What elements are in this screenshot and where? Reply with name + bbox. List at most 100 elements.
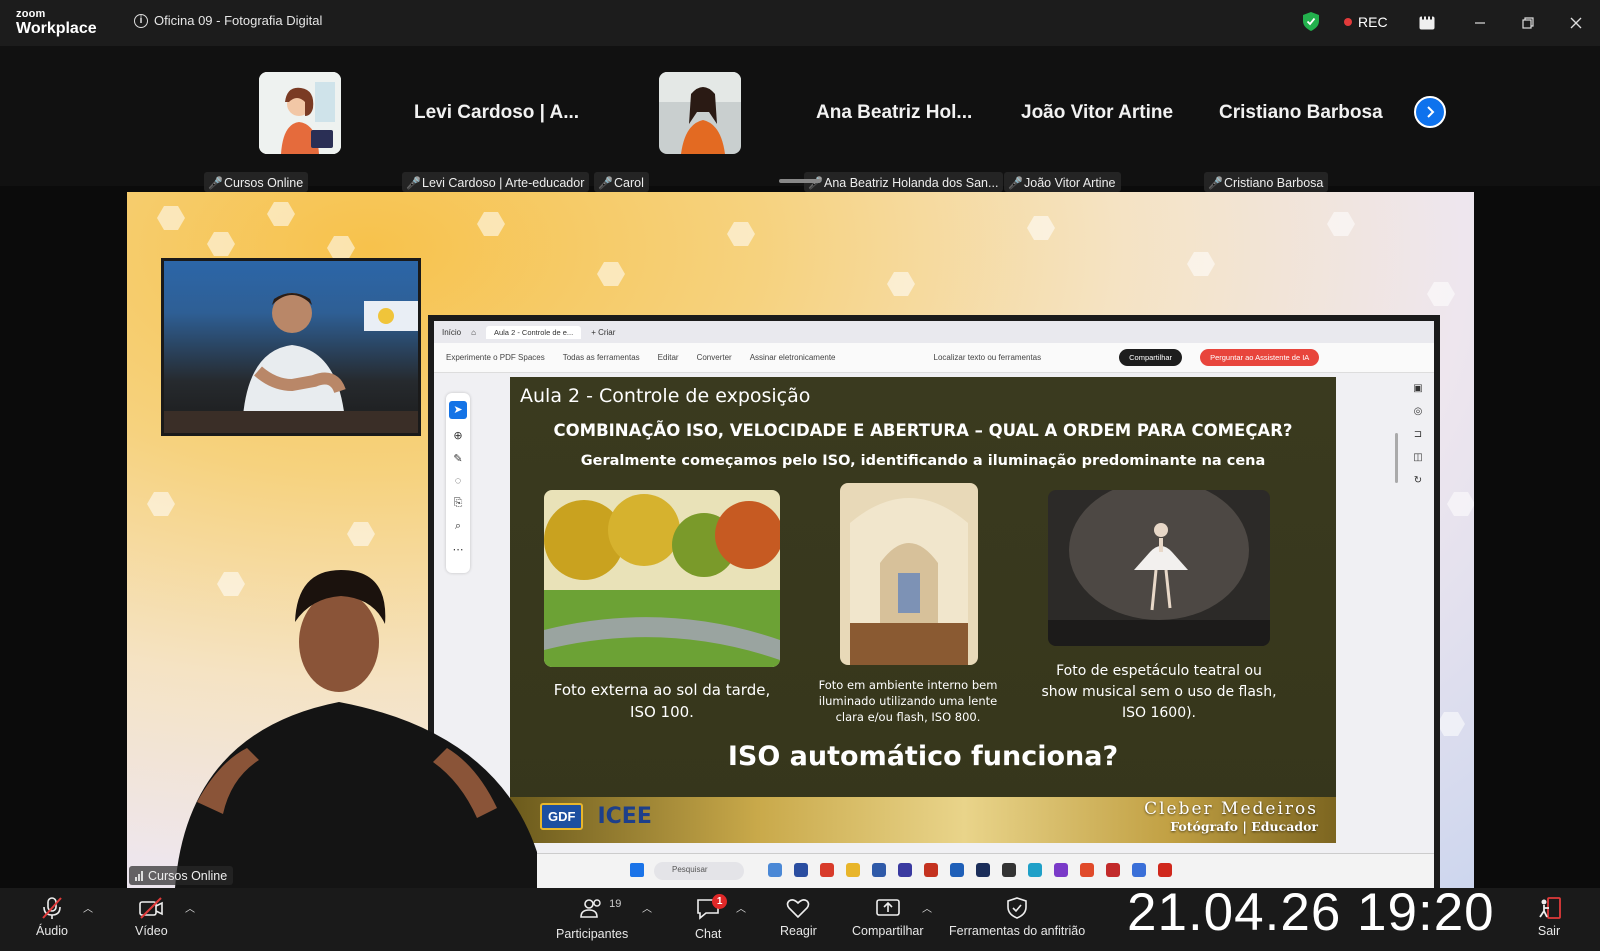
app-icon[interactable] [950,863,964,877]
participant-photo [659,72,741,154]
toolbar-item[interactable]: Converter [697,353,732,362]
view-layout-icon[interactable] [1416,12,1438,34]
participants-count: 19 [609,898,622,910]
timestamp-overlay: 21.04.26 19:20 [1127,883,1495,942]
ai-assistant-button[interactable]: Perguntar ao Assistente de IA [1200,349,1320,366]
share-options-caret[interactable]: ︿ [922,900,932,915]
slide-question: ISO automático funciona? [727,741,1119,772]
hex-decoration [1427,282,1455,306]
rotate-icon[interactable]: ↻ [1414,475,1422,486]
draw-tool-icon[interactable]: ✎ [453,452,462,465]
chevron-right-icon [1427,106,1435,118]
author-role: Fotógrafo | Educador [1170,819,1318,834]
app-icon[interactable] [924,863,938,877]
video-options-caret[interactable]: ︿ [185,900,195,915]
toolbar-item[interactable]: Editar [658,353,679,362]
layers-icon[interactable]: ◫ [1413,452,1422,463]
slide-subtitle: COMBINAÇÃO ISO, VELOCIDADE E ABERTURA – … [553,421,1293,440]
slide-author: Cleber Medeiros Fotógrafo | Educador [1144,799,1318,834]
share-screen-button[interactable]: Compartilhar [852,896,924,938]
shared-screen: Início ⌂ Aula 2 - Controle de e... + Cri… [127,192,1474,888]
app-icon[interactable] [1028,863,1042,877]
toolbar-item[interactable]: Experimente o PDF Spaces [446,353,545,362]
app-icon[interactable] [1054,863,1068,877]
app-icon[interactable] [846,863,860,877]
encryption-shield-icon[interactable] [1303,12,1319,31]
leave-door-icon [1539,897,1561,919]
react-button[interactable]: Reagir [780,896,817,938]
app-icon[interactable] [1002,863,1016,877]
next-page-button[interactable] [1414,96,1446,128]
chat-options-caret[interactable]: ︿ [736,900,746,915]
tab-home[interactable]: Início [442,328,461,337]
hex-decoration [477,212,505,236]
participants-options-caret[interactable]: ︿ [642,900,652,915]
app-icon[interactable] [1132,863,1146,877]
text-tool-icon[interactable]: ⎘ [454,497,463,510]
app-icon[interactable] [898,863,912,877]
app-icon[interactable] [1080,863,1094,877]
pdf-search-hint[interactable]: Localizar texto ou ferramentas [934,353,1042,362]
meeting-info[interactable]: i Oficina 09 - Fotografia Digital [134,13,322,28]
video-button[interactable]: Vídeo [135,896,168,938]
app-icon[interactable] [768,863,782,877]
hex-decoration [887,272,915,296]
host-shield-icon [1007,897,1027,919]
logo-bottom: Workplace [16,20,97,37]
participant-tile[interactable]: Levi Cardoso | A... 🎤 Levi Cardoso | Art… [402,72,604,192]
hex-decoration [327,236,355,260]
tab-new[interactable]: + Criar [591,328,615,337]
close-icon[interactable] [1565,12,1587,34]
leave-button[interactable]: Sair [1536,896,1562,938]
app-icon[interactable] [1158,863,1172,877]
minimize-icon[interactable] [1469,12,1491,34]
pdf-document-area: ➤ ⊕ ✎ ◌ ⎘ ⌕ ⋯ Aula 2 - Controle de expos… [434,373,1434,853]
attach-icon[interactable]: ⊐ [1414,429,1422,440]
chat-button[interactable]: 1 Chat [695,894,728,941]
home-icon[interactable]: ⌂ [471,328,476,337]
lasso-tool-icon[interactable]: ◌ [455,475,462,487]
app-icon[interactable] [872,863,886,877]
presentation-slide: Aula 2 - Controle de exposição COMBINAÇÃ… [510,377,1336,843]
signal-icon [135,870,143,881]
app-icon[interactable] [794,863,808,877]
slide-footer: GDF ICEE Cleber Medeiros Fotógrafo | Edu… [510,797,1336,843]
host-tools-button[interactable]: Ferramentas do anfitrião [949,896,1085,938]
participant-tile[interactable]: João Vitor Artine 🎤 João Vitor Artine [1004,72,1194,192]
app-icon[interactable] [820,863,834,877]
participants-button[interactable]: 19 Participantes [556,896,628,941]
zoom-tool-icon[interactable]: ⊕ [453,429,462,442]
audio-options-caret[interactable]: ︿ [83,900,93,915]
pdf-scrollbar[interactable] [1395,433,1398,483]
caption-outdoor: Foto externa ao sol da tarde, ISO 100. [553,681,771,721]
participant-tile[interactable]: Cristiano Barbosa 🎤 Cristiano Barbosa [1204,72,1394,192]
windows-start-icon[interactable] [630,863,644,877]
participant-name-label: 🎤 Ana Beatriz Holanda dos San... [804,172,1004,192]
tab-document[interactable]: Aula 2 - Controle de e... [485,325,582,339]
audio-button[interactable]: Áudio [36,896,68,938]
share-screen-icon [875,899,900,916]
participant-name-label: 🎤 João Vitor Artine [1004,172,1121,192]
stage-photo [1048,490,1270,646]
toolbar-item[interactable]: Todas as ferramentas [563,353,640,362]
app-icon[interactable] [976,863,990,877]
bookmark-icon[interactable]: ◎ [1414,406,1423,417]
rec-dot-icon [1344,18,1352,26]
participant-name-label: 🎤 Levi Cardoso | Arte-educador [402,172,590,192]
participant-display-name: João Vitor Artine [1021,102,1174,123]
pdf-share-button[interactable]: Compartilhar [1119,349,1183,366]
recording-indicator[interactable]: REC [1344,14,1388,30]
taskbar-search[interactable]: Pesquisar [654,862,744,880]
search-tool-icon[interactable]: ⌕ [455,520,461,533]
hex-decoration [157,206,185,230]
hex-decoration [1187,252,1215,276]
participant-tile[interactable]: Ana Beatriz Hol... 🎤 Ana Beatriz Holanda… [800,72,1004,192]
select-tool-icon[interactable]: ➤ [449,401,467,419]
info-icon[interactable]: i [134,13,148,28]
participant-tile[interactable]: 🎤 Cursos Online [200,72,350,192]
app-icon[interactable] [1106,863,1120,877]
toolbar-item[interactable]: Assinar eletronicamente [750,353,836,362]
participant-tile[interactable]: 🎤 Carol [594,72,754,192]
restore-icon[interactable] [1517,12,1539,34]
comment-icon[interactable]: ▣ [1413,383,1422,394]
